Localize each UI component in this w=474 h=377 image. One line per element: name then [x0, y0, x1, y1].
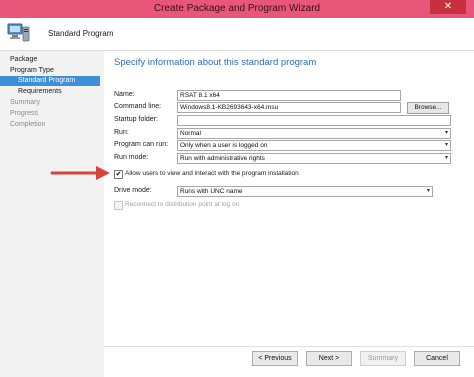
name-field[interactable]: RSAT 8.1 x64 — [177, 90, 401, 101]
chevron-down-icon: ▾ — [444, 155, 448, 161]
summary-button: Summary — [360, 351, 406, 366]
wizard-content: Specify information about this standard … — [104, 51, 474, 377]
page-heading: Specify information about this standard … — [114, 57, 317, 68]
chevron-down-icon: ▾ — [426, 188, 430, 194]
footer-divider — [104, 346, 474, 347]
drive-mode-value: Runs with UNC name — [180, 188, 243, 195]
wizard-nav: Package Program Type Standard Program Re… — [0, 51, 104, 377]
chevron-down-icon: ▾ — [444, 130, 448, 136]
window-title: Create Package and Program Wizard — [153, 3, 321, 14]
run-mode-label: Run mode: — [114, 154, 149, 161]
program-can-run-value: Only when a user is logged on — [180, 142, 268, 149]
title-bar: Create Package and Program Wizard ✕ — [0, 0, 474, 18]
next-button[interactable]: Next > — [306, 351, 352, 366]
allow-interact-label: Allow users to view and interact with th… — [125, 170, 299, 177]
nav-item-standard-program[interactable]: Standard Program — [0, 76, 100, 86]
wizard-header: Standard Program — [0, 18, 474, 51]
reconnect-label: Reconnect to distribution point at log o… — [125, 201, 240, 208]
nav-item-program-type[interactable]: Program Type — [10, 66, 54, 76]
program-can-run-label: Program can run: — [114, 141, 169, 148]
run-mode-value: Run with administrative rights — [180, 155, 265, 162]
program-can-run-select[interactable]: Only when a user is logged on ▾ — [177, 140, 451, 151]
drive-mode-label: Drive mode: — [114, 187, 152, 194]
nav-item-package[interactable]: Package — [10, 55, 37, 65]
nav-item-summary: Summary — [10, 99, 40, 106]
computer-wizard-icon — [7, 23, 30, 42]
header-page-name: Standard Program — [48, 29, 114, 38]
nav-item-progress: Progress — [10, 110, 39, 117]
drive-mode-select[interactable]: Runs with UNC name ▾ — [177, 186, 433, 197]
annotation-arrow-icon — [50, 166, 110, 180]
allow-interact-checkbox[interactable]: ✔ — [114, 170, 123, 179]
command-line-label: Command line: — [114, 103, 162, 110]
reconnect-checkbox — [114, 201, 123, 210]
run-select[interactable]: Normal ▾ — [177, 128, 451, 139]
cancel-button[interactable]: Cancel — [414, 351, 460, 366]
previous-button[interactable]: < Previous — [252, 351, 298, 366]
nav-item-requirements[interactable]: Requirements — [18, 87, 62, 97]
browse-button[interactable]: Browse... — [407, 102, 449, 114]
startup-folder-field[interactable] — [177, 115, 451, 126]
startup-folder-label: Startup folder: — [114, 116, 158, 123]
name-label: Name: — [114, 91, 135, 98]
nav-item-completion: Completion — [10, 121, 46, 128]
chevron-down-icon: ▾ — [444, 142, 448, 148]
run-mode-select[interactable]: Run with administrative rights ▾ — [177, 153, 451, 164]
close-button[interactable]: ✕ — [430, 0, 466, 14]
run-label: Run: — [114, 129, 129, 136]
command-line-field[interactable]: Windows8.1-KB2693643-x64.msu — [177, 102, 401, 113]
run-value: Normal — [180, 130, 201, 137]
